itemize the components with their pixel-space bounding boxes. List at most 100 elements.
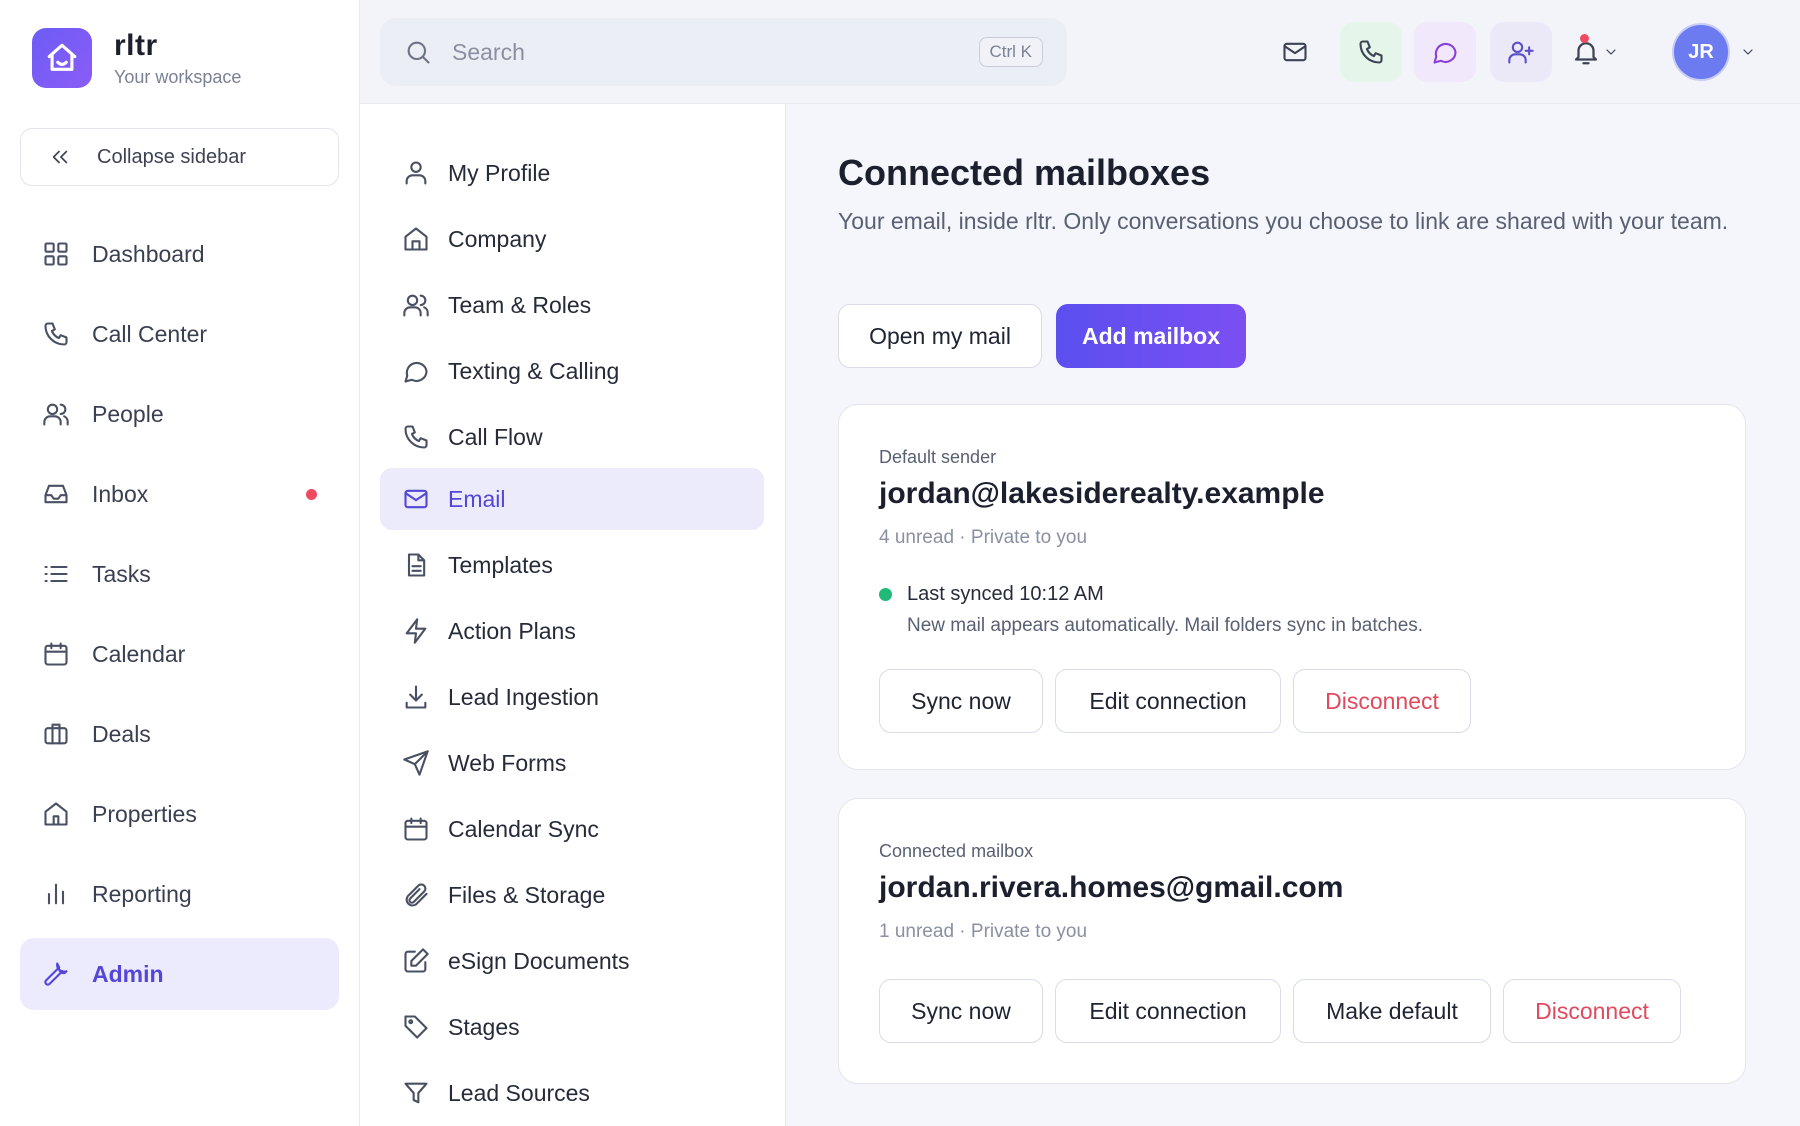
sidebar-item-tasks[interactable]: Tasks bbox=[20, 538, 339, 610]
chevron-down-icon bbox=[1743, 49, 1753, 55]
mail-icon bbox=[404, 489, 428, 509]
edit-connection-button[interactable]: Edit connection bbox=[1055, 669, 1281, 733]
sidebar-item-label: Deals bbox=[92, 720, 151, 747]
settings-item-label: Email bbox=[448, 485, 506, 512]
inbox-icon bbox=[44, 484, 68, 504]
make-default-button[interactable]: Make default bbox=[1293, 979, 1491, 1043]
settings-item-email[interactable]: Email bbox=[380, 468, 764, 530]
sidebar: rltr Your workspace Collapse sidebar Das… bbox=[0, 0, 360, 1126]
sidebar-item-label: Tasks bbox=[92, 560, 151, 587]
settings-item-label: Lead Sources bbox=[448, 1079, 590, 1106]
home-icon bbox=[44, 802, 68, 826]
settings-item-texting-calling[interactable]: Texting & Calling bbox=[380, 340, 764, 402]
settings-item-stages[interactable]: Stages bbox=[380, 996, 764, 1058]
chat-icon bbox=[404, 361, 428, 383]
sidebar-item-label: Inbox bbox=[92, 480, 149, 507]
brand-logo bbox=[32, 28, 92, 88]
disconnect-button[interactable]: Disconnect bbox=[1293, 669, 1471, 733]
brand-name: rltr bbox=[114, 28, 158, 62]
sync-now-button[interactable]: Sync now bbox=[879, 669, 1043, 733]
search-icon bbox=[407, 41, 430, 64]
disconnect-button[interactable]: Disconnect bbox=[1503, 979, 1681, 1043]
sidebar-item-dashboard[interactable]: Dashboard bbox=[20, 218, 339, 290]
settings-item-company[interactable]: Company bbox=[380, 208, 764, 270]
settings-item-label: Stages bbox=[448, 1013, 520, 1040]
brand[interactable]: rltr Your workspace bbox=[32, 28, 241, 88]
avatar[interactable]: JR bbox=[1672, 23, 1730, 81]
sidebar-item-label: Calendar bbox=[92, 640, 186, 667]
mail-button[interactable] bbox=[1264, 22, 1326, 82]
mailbox-email: jordan@lakesiderealty.example bbox=[879, 477, 1325, 510]
edit-connection-button[interactable]: Edit connection bbox=[1055, 979, 1281, 1043]
sync-now-button[interactable]: Sync now bbox=[879, 979, 1043, 1043]
inbox-unread-badge bbox=[306, 488, 317, 500]
settings-item-action-plans[interactable]: Action Plans bbox=[380, 600, 764, 662]
settings-item-my-profile[interactable]: My Profile bbox=[380, 142, 764, 204]
sidebar-item-people[interactable]: People bbox=[20, 378, 339, 450]
home-logo-icon bbox=[47, 43, 77, 71]
list-icon bbox=[44, 565, 68, 583]
mailbox-card-secondary: Connected mailbox jordan.rivera.homes@gm… bbox=[838, 798, 1746, 1084]
wrench-icon bbox=[44, 962, 68, 986]
settings-item-lead-sources[interactable]: Lead Sources bbox=[380, 1062, 764, 1124]
tag-icon bbox=[404, 1015, 428, 1039]
mailbox-meta: 4 unread · Private to you bbox=[879, 527, 1088, 548]
settings-item-label: Templates bbox=[448, 551, 553, 578]
sidebar-item-properties[interactable]: Properties bbox=[20, 778, 339, 850]
settings-item-label: Company bbox=[448, 225, 547, 252]
phone-button[interactable] bbox=[1340, 22, 1402, 82]
main-content: Connected mailboxes Your email, inside r… bbox=[786, 104, 1800, 1126]
sidebar-item-deals[interactable]: Deals bbox=[20, 698, 339, 770]
sidebar-item-calendar[interactable]: Calendar bbox=[20, 618, 339, 690]
settings-item-label: eSign Documents bbox=[448, 947, 630, 974]
page-title: Connected mailboxes bbox=[838, 152, 1211, 193]
search-bar[interactable]: Search Ctrl K bbox=[380, 18, 1067, 86]
settings-item-esign-documents[interactable]: eSign Documents bbox=[380, 930, 764, 992]
sidebar-item-label: Call Center bbox=[92, 320, 208, 347]
phone-icon bbox=[404, 425, 428, 449]
building-icon bbox=[404, 227, 428, 251]
collapse-sidebar-button[interactable]: Collapse sidebar bbox=[20, 128, 339, 186]
settings-item-label: Files & Storage bbox=[448, 881, 606, 908]
sidebar-item-call-center[interactable]: Call Center bbox=[20, 298, 339, 370]
settings-item-team-roles[interactable]: Team & Roles bbox=[380, 274, 764, 336]
chat-button[interactable] bbox=[1414, 22, 1476, 82]
collapse-sidebar-label: Collapse sidebar bbox=[97, 145, 246, 168]
lightning-icon bbox=[405, 618, 427, 644]
briefcase-icon bbox=[44, 723, 68, 745]
add-user-button[interactable] bbox=[1490, 22, 1552, 82]
chevrons-left-icon bbox=[52, 150, 68, 164]
settings-item-calendar-sync[interactable]: Calendar Sync bbox=[380, 798, 764, 860]
settings-item-label: Calendar Sync bbox=[448, 815, 599, 842]
calendar-icon bbox=[44, 642, 68, 666]
sidebar-item-inbox[interactable]: Inbox bbox=[20, 458, 339, 530]
settings-item-lead-ingestion[interactable]: Lead Ingestion bbox=[380, 666, 764, 728]
add-mailbox-button[interactable]: Add mailbox bbox=[1056, 304, 1246, 368]
settings-item-label: Texting & Calling bbox=[448, 357, 620, 384]
sidebar-item-label: Admin bbox=[92, 960, 164, 987]
notifications-button[interactable] bbox=[1560, 22, 1630, 82]
search-input[interactable]: Search bbox=[452, 39, 525, 66]
paperclip-icon bbox=[405, 883, 428, 907]
settings-item-call-flow[interactable]: Call Flow bbox=[380, 406, 764, 468]
mailbox-meta: 1 unread · Private to you bbox=[879, 921, 1088, 942]
sync-status-dot bbox=[879, 588, 892, 601]
settings-item-files-storage[interactable]: Files & Storage bbox=[380, 864, 764, 926]
sidebar-item-admin[interactable]: Admin bbox=[20, 938, 339, 1010]
file-icon bbox=[407, 553, 426, 577]
calendar-icon bbox=[404, 817, 428, 841]
mailbox-role-label: Default sender bbox=[879, 447, 997, 467]
settings-item-label: Lead Ingestion bbox=[448, 683, 599, 710]
sync-status-note: New mail appears automatically. Mail fol… bbox=[907, 615, 1424, 636]
brand-subtitle: Your workspace bbox=[114, 66, 242, 87]
settings-item-label: Web Forms bbox=[448, 749, 567, 776]
sidebar-item-label: People bbox=[92, 400, 164, 427]
sidebar-item-reporting[interactable]: Reporting bbox=[20, 858, 339, 930]
users-icon bbox=[43, 403, 69, 426]
send-icon bbox=[403, 750, 429, 776]
sidebar-item-label: Dashboard bbox=[92, 240, 205, 267]
open-my-mail-button[interactable]: Open my mail bbox=[838, 304, 1042, 368]
filter-icon bbox=[404, 1082, 428, 1104]
settings-item-templates[interactable]: Templates bbox=[380, 534, 764, 596]
settings-item-web-forms[interactable]: Web Forms bbox=[380, 732, 764, 794]
